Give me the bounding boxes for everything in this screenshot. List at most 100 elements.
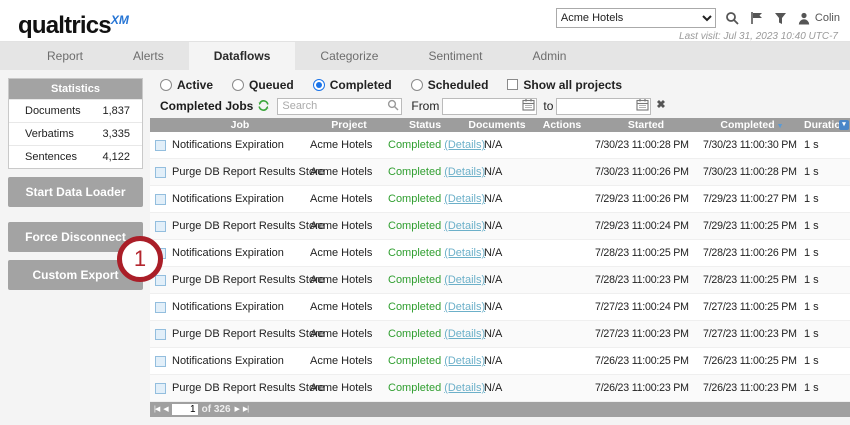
duration-cell: 1 s — [804, 382, 844, 394]
primary-tabs: Report Alerts Dataflows Categorize Senti… — [0, 42, 850, 70]
from-calendar-icon[interactable] — [522, 98, 535, 116]
row-checkbox[interactable] — [155, 167, 166, 178]
header-project[interactable]: Project — [310, 119, 388, 131]
header-started[interactable]: Started — [592, 119, 700, 131]
tab-report[interactable]: Report — [22, 42, 108, 70]
refresh-icon[interactable] — [257, 99, 270, 112]
status-label: Completed — [388, 247, 441, 259]
duration-cell: 1 s — [804, 166, 844, 178]
to-date-field — [556, 96, 651, 115]
table-row: Notifications Expiration Acme Hotels Com… — [150, 294, 850, 321]
started-cell: 7/29/23 11:00:24 PM — [592, 220, 700, 232]
header-actions[interactable]: Actions — [532, 119, 592, 131]
jobs-search-input[interactable] — [277, 98, 402, 115]
flag-icon[interactable] — [749, 11, 764, 26]
completed-cell: 7/28/23 11:00:25 PM — [700, 274, 804, 286]
started-cell: 7/26/23 11:00:25 PM — [592, 355, 700, 367]
completed-cell: 7/30/23 11:00:30 PM — [700, 139, 804, 151]
radio-completed-control[interactable] — [313, 79, 325, 91]
row-checkbox-cell — [150, 140, 170, 151]
search-icon[interactable] — [725, 11, 740, 26]
sort-desc-icon: ▼ — [777, 123, 784, 130]
show-all-projects-toggle[interactable]: Show all projects — [507, 78, 622, 92]
row-checkbox[interactable] — [155, 356, 166, 367]
clear-dates-icon[interactable]: ✖ — [656, 100, 665, 111]
stat-label: Sentences — [25, 151, 77, 163]
first-page-icon[interactable]: |◀ — [154, 402, 159, 417]
radio-active[interactable]: Active — [160, 78, 213, 92]
duration-cell: 1 s — [804, 247, 844, 259]
project-cell: Acme Hotels — [310, 166, 388, 178]
header-controls: Acme Hotels Colin — [556, 8, 840, 28]
stat-label: Documents — [25, 105, 81, 117]
documents-cell: N/A — [462, 220, 532, 232]
project-cell: Acme Hotels — [310, 328, 388, 340]
tab-sentiment[interactable]: Sentiment — [403, 42, 507, 70]
radio-scheduled[interactable]: Scheduled — [411, 78, 489, 92]
row-checkbox[interactable] — [155, 194, 166, 205]
project-cell: Acme Hotels — [310, 274, 388, 286]
row-checkbox[interactable] — [155, 329, 166, 340]
radio-scheduled-control[interactable] — [411, 79, 423, 91]
row-checkbox-cell — [150, 356, 170, 367]
next-page-icon[interactable]: ▶ — [235, 402, 239, 417]
tab-admin[interactable]: Admin — [507, 42, 591, 70]
job-cell: Purge DB Report Results Store — [170, 220, 310, 232]
row-checkbox[interactable] — [155, 140, 166, 151]
row-checkbox[interactable] — [155, 221, 166, 232]
status-cell: Completed(Details) — [388, 193, 462, 205]
start-data-loader-button[interactable]: Start Data Loader — [8, 177, 143, 207]
duration-cell: 1 s — [804, 301, 844, 313]
job-cell: Notifications Expiration — [170, 139, 310, 151]
main-panel: Active Queued Completed Scheduled Show a… — [150, 70, 850, 425]
header-status[interactable]: Status — [388, 119, 462, 131]
account-select[interactable]: Acme Hotels — [556, 8, 716, 28]
row-checkbox[interactable] — [155, 275, 166, 286]
row-checkbox[interactable] — [155, 383, 166, 394]
last-page-icon[interactable]: ▶| — [243, 402, 248, 417]
page-number-input[interactable] — [172, 404, 198, 415]
header-documents[interactable]: Documents — [462, 119, 532, 131]
tab-alerts[interactable]: Alerts — [108, 42, 189, 70]
status-cell: Completed(Details) — [388, 328, 462, 340]
status-cell: Completed(Details) — [388, 220, 462, 232]
status-label: Completed — [388, 328, 441, 340]
table-row: Purge DB Report Results Store Acme Hotel… — [150, 321, 850, 348]
radio-completed[interactable]: Completed — [313, 78, 392, 92]
documents-cell: N/A — [462, 328, 532, 340]
duration-cell: 1 s — [804, 193, 844, 205]
started-cell: 7/28/23 11:00:25 PM — [592, 247, 700, 259]
radio-queued[interactable]: Queued — [232, 78, 294, 92]
radio-queued-control[interactable] — [232, 79, 244, 91]
status-label: Completed — [388, 139, 441, 151]
table-row: Notifications Expiration Acme Hotels Com… — [150, 186, 850, 213]
header-job[interactable]: Job — [170, 119, 310, 131]
completed-cell: 7/27/23 11:00:25 PM — [700, 301, 804, 313]
radio-active-control[interactable] — [160, 79, 172, 91]
jobs-search — [277, 96, 402, 115]
prev-page-icon[interactable]: ◀ — [163, 402, 167, 417]
column-chooser-icon[interactable]: ▾ — [839, 120, 849, 130]
show-all-projects-checkbox[interactable] — [507, 79, 518, 90]
row-checkbox[interactable] — [155, 302, 166, 313]
job-cell: Notifications Expiration — [170, 355, 310, 367]
stat-value: 4,122 — [102, 151, 130, 163]
user-menu[interactable]: Colin — [797, 11, 840, 26]
header-duration[interactable]: Duration — [804, 119, 844, 131]
logo-text: qualtrics — [18, 12, 111, 39]
filter-icon[interactable] — [773, 11, 788, 26]
header-completed[interactable]: Completed▼ — [700, 119, 804, 131]
to-calendar-icon[interactable] — [636, 98, 649, 116]
table-header-row: Job Project Status Documents Actions Sta… — [150, 118, 850, 132]
duration-cell: 1 s — [804, 328, 844, 340]
documents-cell: N/A — [462, 247, 532, 259]
to-label: to — [543, 99, 553, 113]
started-cell: 7/27/23 11:00:23 PM — [592, 328, 700, 340]
header-completed-label: Completed — [720, 119, 774, 131]
tab-categorize[interactable]: Categorize — [295, 42, 403, 70]
search-magnifier-icon[interactable] — [387, 98, 399, 116]
row-checkbox-cell — [150, 329, 170, 340]
tab-dataflows[interactable]: Dataflows — [189, 42, 296, 70]
statistics-title: Statistics — [9, 79, 142, 99]
qualtrics-logo: qualtricsXM — [18, 5, 129, 41]
